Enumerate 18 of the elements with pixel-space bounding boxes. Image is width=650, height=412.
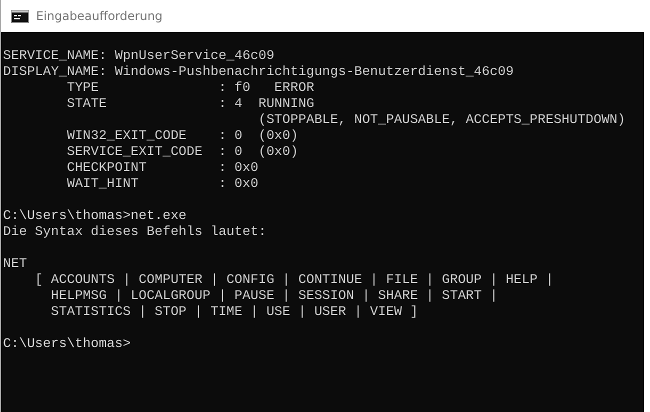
output-line: SERVICE_NAME: WpnUserService_46c09 — [2, 48, 274, 64]
output-line: DISPLAY_NAME: Windows-Pushbenachrichtigungs-Benutzerdienst_46c09 — [2, 64, 514, 80]
output-line: STATISTICS | STOP | TIME | USE | USER | VIEW ] — [50, 304, 418, 320]
output-line: HELPMSG | LOCALGROUP | PAUSE | SESSION | SHARE | START | — [50, 288, 498, 304]
output-line: (STOPPABLE, NOT_PAUSABLE, ACCEPTS_PRESHUTDOWN) — [257, 112, 626, 128]
output-line: SERVICE_EXIT_CODE : 0 (0x0) — [66, 144, 298, 160]
output-line: [ ACCOUNTS | COMPUTER | CONFIG | CONTINUE | FILE | GROUP | HELP | — [34, 272, 554, 288]
output-line: Die Syntax dieses Befehls lautet: — [2, 224, 266, 240]
command-prompt-line: C:\Users\thomas> — [2, 336, 131, 352]
console-icon — [11, 10, 29, 22]
output-line: STATE : 4 RUNNING — [66, 96, 314, 112]
output-line: CHECKPOINT : 0x0 — [66, 160, 258, 176]
window-title: Eingabeaufforderung — [36, 9, 163, 23]
output-line: NET — [2, 256, 27, 272]
output-line: TYPE : f0 ERROR — [66, 80, 314, 96]
output-line: WIN32_EXIT_CODE : 0 (0x0) — [66, 128, 298, 144]
command-prompt-line: C:\Users\thomas>net.exe — [2, 208, 187, 224]
output-line: WAIT_HINT : 0x0 — [66, 176, 258, 192]
